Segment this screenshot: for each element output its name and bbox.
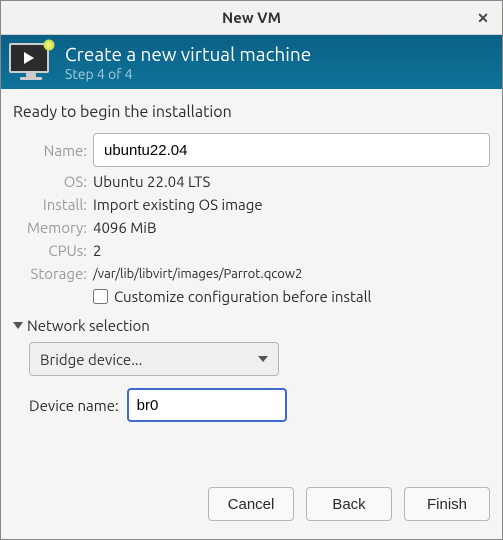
label-memory: Memory:	[13, 219, 87, 236]
label-cpus: CPUs:	[13, 242, 87, 259]
cancel-button[interactable]: Cancel	[208, 487, 294, 521]
ready-label: Ready to begin the installation	[13, 103, 490, 121]
value-os: Ubuntu 22.04 LTS	[93, 173, 490, 190]
summary-grid: Name: OS: Ubuntu 22.04 LTS Install: Impo…	[13, 133, 490, 305]
close-button[interactable]: ✕	[472, 7, 494, 29]
name-input[interactable]	[93, 133, 490, 167]
network-body: Bridge device... Device name:	[13, 342, 490, 422]
finish-button[interactable]: Finish	[404, 487, 490, 521]
new-vm-dialog: New VM ✕ Create a new virtual machine St…	[0, 0, 503, 540]
button-bar: Cancel Back Finish	[1, 473, 502, 539]
network-type-value: Bridge device...	[40, 351, 142, 368]
label-storage: Storage:	[13, 265, 87, 282]
value-storage: /var/lib/libvirt/images/Parrot.qcow2	[93, 267, 490, 281]
vm-icon	[9, 43, 53, 81]
value-memory: 4096 MiB	[93, 219, 490, 236]
customize-label: Customize configuration before install	[114, 288, 371, 305]
close-icon: ✕	[477, 10, 489, 27]
label-install: Install:	[13, 196, 87, 213]
value-install: Import existing OS image	[93, 196, 490, 213]
device-name-label: Device name:	[29, 397, 119, 414]
customize-checkbox[interactable]	[93, 289, 108, 304]
titlebar: New VM ✕	[1, 1, 502, 35]
value-cpus: 2	[93, 242, 490, 259]
chevron-down-icon	[258, 356, 268, 362]
wizard-title: Create a new virtual machine	[65, 43, 311, 65]
back-button[interactable]: Back	[306, 487, 392, 521]
network-type-combo[interactable]: Bridge device...	[29, 342, 279, 376]
network-expander[interactable]: Network selection	[13, 317, 490, 334]
network-section-label: Network selection	[27, 317, 150, 334]
label-name: Name:	[13, 142, 87, 159]
content-area: Ready to begin the installation Name: OS…	[1, 89, 502, 473]
chevron-down-icon	[13, 322, 23, 329]
device-name-input[interactable]	[127, 388, 287, 422]
window-title: New VM	[222, 9, 281, 26]
label-os: OS:	[13, 173, 87, 190]
wizard-header: Create a new virtual machine Step 4 of 4	[1, 35, 502, 89]
wizard-step: Step 4 of 4	[65, 66, 311, 82]
